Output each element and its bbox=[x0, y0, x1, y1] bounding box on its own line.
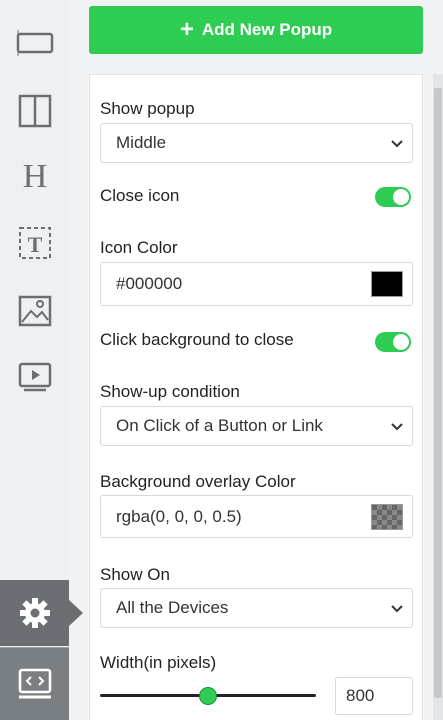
overlay-color-label: Background overlay Color bbox=[100, 472, 296, 491]
overlay-color-swatch[interactable] bbox=[371, 504, 403, 530]
show-up-condition-label: Show-up condition bbox=[100, 382, 240, 401]
overlay-color-value: rgba(0, 0, 0, 0.5) bbox=[116, 506, 242, 526]
svg-text:H: H bbox=[22, 158, 47, 194]
rail-item-text[interactable]: T bbox=[0, 210, 69, 276]
show-on-label: Show On bbox=[100, 565, 170, 584]
chevron-down-icon bbox=[391, 140, 403, 148]
width-slider-handle[interactable] bbox=[199, 687, 217, 705]
rail-item-code[interactable] bbox=[0, 647, 69, 720]
icon-color-field[interactable]: #000000 bbox=[100, 262, 413, 306]
click-bg-close-toggle[interactable] bbox=[375, 332, 411, 352]
icon-color-swatch[interactable] bbox=[371, 271, 403, 297]
rail-item-columns[interactable] bbox=[0, 78, 69, 144]
width-input[interactable]: 800 bbox=[335, 677, 413, 715]
section-icon bbox=[16, 30, 53, 56]
width-label: Width(in pixels) bbox=[100, 653, 217, 672]
video-icon bbox=[18, 362, 51, 392]
show-on-select[interactable]: All the Devices bbox=[100, 588, 413, 628]
icon-color-value: #000000 bbox=[116, 274, 183, 293]
chevron-down-icon bbox=[391, 605, 403, 613]
show-popup-value: Middle bbox=[116, 133, 167, 152]
left-icon-rail: H T bbox=[0, 0, 69, 720]
rail-item-image[interactable] bbox=[0, 278, 69, 344]
show-popup-select[interactable]: Middle bbox=[100, 123, 413, 163]
show-on-value: All the Devices bbox=[116, 598, 229, 617]
chevron-down-icon bbox=[391, 423, 403, 431]
active-rail-pointer bbox=[69, 600, 83, 626]
text-icon: T bbox=[18, 227, 51, 259]
rail-item-heading[interactable]: H bbox=[0, 142, 69, 208]
icon-color-label: Icon Color bbox=[100, 238, 178, 257]
width-value: 800 bbox=[346, 686, 375, 705]
show-popup-label: Show popup bbox=[100, 99, 195, 118]
heading-icon: H bbox=[22, 158, 47, 194]
overlay-color-field[interactable]: rgba(0, 0, 0, 0.5) bbox=[100, 495, 413, 538]
columns-icon bbox=[18, 94, 51, 128]
plus-icon: + bbox=[179, 16, 194, 43]
rail-item-settings[interactable] bbox=[0, 580, 69, 646]
show-up-condition-select[interactable]: On Click of a Button or Link bbox=[100, 406, 413, 446]
close-icon-toggle[interactable] bbox=[375, 187, 411, 207]
show-up-condition-value: On Click of a Button or Link bbox=[116, 416, 323, 435]
rail-item-video[interactable] bbox=[0, 344, 69, 410]
add-new-popup-label: Add New Popup bbox=[201, 20, 333, 39]
image-icon bbox=[18, 295, 51, 327]
gear-icon bbox=[19, 598, 50, 628]
click-bg-close-label: Click background to close bbox=[100, 330, 294, 349]
rail-item-section[interactable] bbox=[0, 10, 69, 76]
add-new-popup-button[interactable]: + Add New Popup bbox=[89, 6, 423, 54]
scrollbar-thumb[interactable] bbox=[434, 88, 442, 698]
toggle-knob bbox=[393, 334, 409, 350]
code-screen-icon bbox=[18, 668, 51, 699]
svg-text:T: T bbox=[27, 232, 42, 257]
toggle-knob bbox=[393, 189, 409, 205]
close-icon-label: Close icon bbox=[100, 186, 180, 205]
